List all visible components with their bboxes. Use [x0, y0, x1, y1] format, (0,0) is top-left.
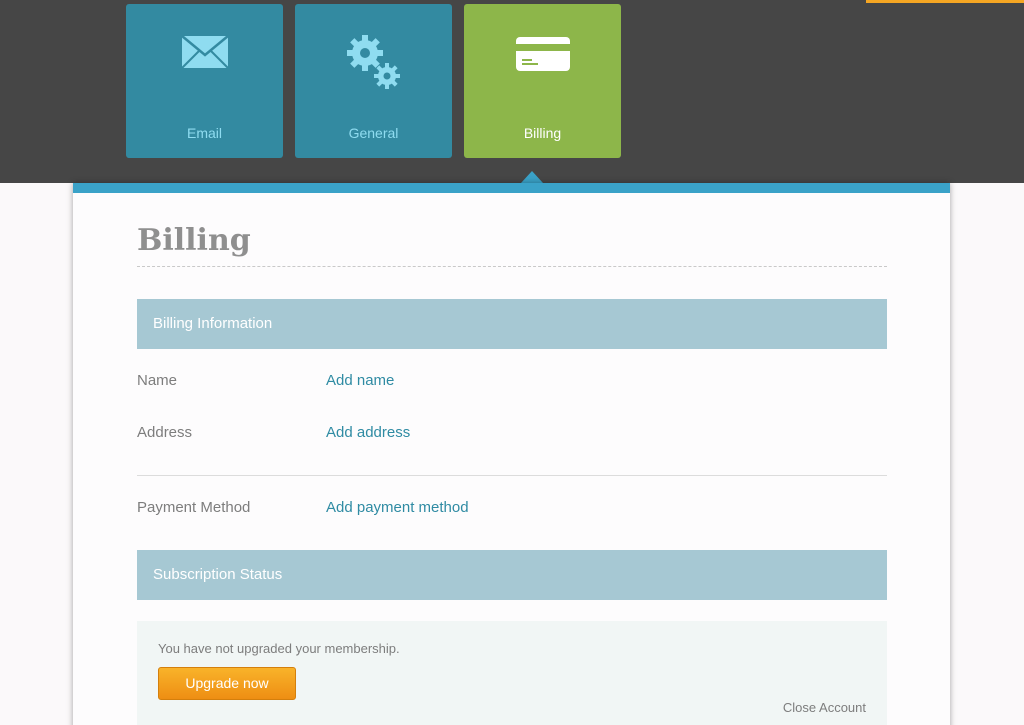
accent-strip — [866, 0, 1024, 3]
address-label: Address — [137, 424, 193, 441]
upgrade-now-button[interactable]: Upgrade now — [158, 667, 296, 700]
tab-general[interactable]: General — [295, 4, 452, 158]
add-payment-method-link[interactable]: Add payment method — [326, 499, 469, 516]
tab-label: General — [348, 125, 399, 141]
subscription-status-header: Subscription Status — [137, 550, 887, 600]
envelope-icon — [180, 35, 229, 74]
tab-label: Email — [186, 125, 222, 141]
divider — [137, 475, 887, 476]
billing-panel: Billing Billing Information Name Add nam… — [73, 183, 950, 725]
page-title: Billing — [137, 223, 251, 258]
tab-email[interactable]: Email — [126, 4, 283, 158]
top-navigation-bar: Email General Billing — [0, 0, 1024, 183]
close-account-link[interactable]: Close Account — [783, 700, 866, 715]
add-name-link[interactable]: Add name — [326, 372, 394, 389]
name-label: Name — [137, 372, 178, 389]
tab-label: Billing — [523, 125, 562, 141]
billing-information-header: Billing Information — [137, 299, 887, 349]
tab-billing[interactable]: Billing — [464, 4, 621, 158]
active-tab-pointer — [521, 171, 543, 183]
subscription-status-box: You have not upgraded your membership. U… — [137, 621, 887, 725]
add-address-link[interactable]: Add address — [326, 424, 410, 441]
credit-card-icon — [515, 36, 571, 77]
title-divider — [137, 266, 887, 267]
payment-method-label: Payment Method — [137, 499, 251, 516]
gears-icon — [345, 33, 403, 96]
panel-accent-line — [73, 183, 950, 193]
membership-status-text: You have not upgraded your membership. — [158, 641, 400, 656]
